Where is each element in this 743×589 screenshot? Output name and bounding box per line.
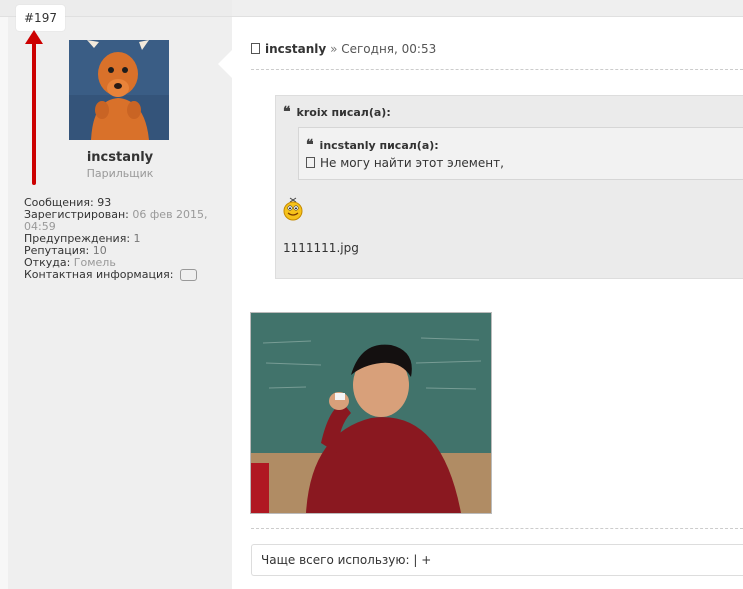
post-author[interactable]: incstanly	[265, 42, 326, 56]
avatar-image	[69, 40, 169, 140]
user-stats: Сообщения: 93 Зарегистрирован: 06 фев 20…	[24, 197, 224, 281]
quote-inner-title: ❝ incstanly писал(а):	[306, 137, 439, 153]
stat-warnings-value[interactable]: 1	[134, 232, 141, 245]
stat-contact: Контактная информация:	[24, 269, 224, 281]
quote-inner-text-row: Не могу найти этот элемент,	[306, 156, 504, 170]
quote-inner-text: Не могу найти этот элемент,	[320, 156, 504, 170]
quote-marks-icon: ❝	[306, 137, 314, 153]
stat-contact-label: Контактная информация:	[24, 268, 174, 281]
quote-outer-author: kroix писал(а):	[296, 106, 391, 119]
signature-box: Чаще всего использую: | +	[251, 544, 743, 576]
stat-registered-value: 06 фев 2015,	[132, 208, 208, 221]
document-icon[interactable]	[251, 43, 260, 54]
quote-marks-icon: ❝	[283, 104, 291, 120]
post-pointer	[218, 50, 232, 78]
signature-text[interactable]: Чаще всего использую: | +	[261, 553, 431, 567]
post-header: incstanly » Сегодня, 00:53	[251, 42, 436, 56]
signature-divider	[251, 528, 743, 529]
document-icon[interactable]	[306, 157, 315, 168]
post-separator: »	[330, 42, 338, 56]
top-strip-right	[232, 0, 743, 16]
user-rank-title: Парильщик	[86, 167, 154, 180]
chat-bubble-icon[interactable]	[179, 269, 197, 281]
smiley-icon	[283, 197, 303, 221]
username[interactable]: incstanly	[8, 150, 232, 165]
quote-inner-author: incstanly писал(а):	[319, 139, 439, 152]
attached-image[interactable]	[250, 312, 492, 514]
avatar[interactable]	[69, 40, 169, 140]
quote-inner	[298, 127, 743, 180]
quote-outer-title: ❝ kroix писал(а):	[283, 104, 391, 120]
header-divider	[251, 69, 743, 70]
attached-photo	[251, 313, 491, 513]
attachment-filename: 1111111.jpg	[283, 241, 359, 255]
post-date: Сегодня, 00:53	[341, 42, 437, 56]
